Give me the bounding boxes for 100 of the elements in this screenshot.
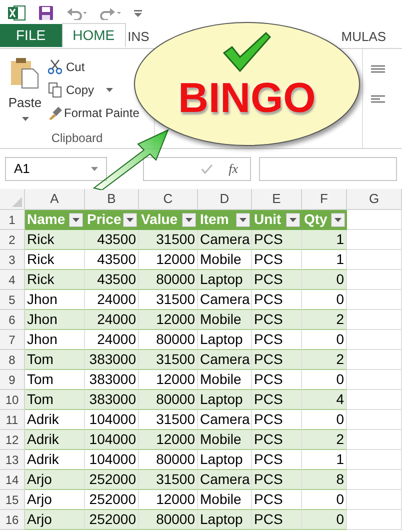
excel-logo-icon[interactable] (8, 4, 26, 20)
table-cell-text: PCS (254, 490, 283, 509)
filter-dropdown-icon[interactable] (123, 212, 137, 226)
table-cell-text: Tom (27, 390, 54, 409)
row-header[interactable]: 15 (0, 490, 25, 510)
copy-button[interactable]: Copy (48, 80, 114, 100)
row-header[interactable]: 8 (0, 350, 25, 370)
table-cell-text: Mobile (200, 490, 242, 509)
table-header-cell-text: Value (141, 210, 178, 229)
table-cell-text: Adrik (27, 450, 59, 469)
row-header[interactable]: 7 (0, 330, 25, 350)
table-cell-text: PCS (254, 470, 283, 489)
formula-field[interactable] (259, 157, 397, 181)
row-header[interactable]: 13 (0, 450, 25, 470)
table-cell-text: Mobile (200, 370, 242, 389)
table-cell-text: 43500 (97, 230, 136, 249)
filter-dropdown-icon[interactable] (69, 212, 83, 226)
table-header-cell-text: Name (27, 210, 66, 229)
column-header[interactable]: C (139, 189, 198, 209)
redo-icon[interactable] (100, 6, 122, 20)
table-cell-text: Laptop (200, 270, 243, 289)
table-cell-text: 0 (336, 290, 344, 309)
column-header[interactable]: G (347, 189, 402, 209)
row-header[interactable]: 5 (0, 290, 25, 310)
ribbon-tab[interactable]: MULAS (339, 26, 388, 47)
table-cell-text: 104000 (89, 450, 136, 469)
dropdown-caret-icon (106, 88, 114, 92)
ribbon-tab[interactable]: INS (126, 26, 152, 47)
table-cell-text: Jhon (27, 310, 58, 329)
column-header[interactable]: E (252, 189, 302, 209)
insert-function-button[interactable]: fx (228, 159, 238, 179)
ribbon-tab[interactable]: HOME (62, 23, 126, 47)
table-cell-text: PCS (254, 330, 283, 349)
dropdown-caret-icon (22, 116, 28, 120)
table-cell-text: Camera (200, 410, 250, 429)
name-box[interactable]: A1 (5, 157, 107, 181)
align-left-icon[interactable] (371, 95, 385, 103)
table-cell-text: Mobile (200, 430, 242, 449)
table-cell-text: Rick (27, 230, 54, 249)
table-cell-text: 12000 (156, 250, 195, 269)
row-header[interactable]: 10 (0, 390, 25, 410)
row-header[interactable]: 9 (0, 370, 25, 390)
table-cell-text: 2 (336, 310, 344, 329)
table-cell-text: 104000 (89, 430, 136, 449)
table-cell-text: PCS (254, 270, 283, 289)
row-header[interactable]: 4 (0, 270, 25, 290)
table-cell-text: PCS (254, 290, 283, 309)
row-header[interactable]: 3 (0, 250, 25, 270)
save-icon[interactable] (38, 4, 54, 20)
table-cell-text: 43500 (97, 270, 136, 289)
table-cell-text: 12000 (156, 370, 195, 389)
customize-toolbar-icon[interactable] (134, 8, 142, 18)
undo-icon[interactable] (66, 6, 88, 20)
table-cell-text: 1 (336, 450, 344, 469)
table-cell-text: PCS (254, 450, 283, 469)
table-cell-text: 252000 (89, 470, 136, 489)
table-cell-text: Arjo (27, 490, 52, 509)
paste-button[interactable]: Paste (0, 57, 50, 128)
table-cell-text: 0 (336, 330, 344, 349)
row-header[interactable]: 11 (0, 410, 25, 430)
file-tab[interactable]: FILE (0, 24, 62, 47)
table-cell-text: Camera (200, 350, 250, 369)
row-header[interactable]: 16 (0, 510, 25, 530)
table-cell-text: 252000 (89, 490, 136, 509)
row-header[interactable]: 12 (0, 430, 25, 450)
format-painter-button[interactable]: Format Painte (48, 103, 140, 123)
filter-dropdown-icon[interactable] (182, 212, 196, 226)
check-icon[interactable] (200, 164, 213, 174)
filter-dropdown-icon[interactable] (236, 212, 250, 226)
column-header[interactable]: A (25, 189, 85, 209)
table-cell-text: 0 (336, 370, 344, 389)
column-header[interactable]: F (302, 189, 347, 209)
table-cell-text: 31500 (156, 350, 195, 369)
table-cell-text: 2 (336, 430, 344, 449)
row-header[interactable]: 2 (0, 230, 25, 250)
cut-button[interactable]: Cut (48, 57, 85, 77)
dropdown-caret-icon (91, 167, 98, 171)
row-header[interactable]: 14 (0, 470, 25, 490)
table-cell-text: PCS (254, 350, 283, 369)
table-cell-text: PCS (254, 250, 283, 269)
row-header[interactable]: 6 (0, 310, 25, 330)
table-cell-text: Camera (200, 230, 250, 249)
table-cell-text: 31500 (156, 470, 195, 489)
table-cell-text: PCS (254, 230, 283, 249)
table-cell-text: Jhon (27, 330, 58, 349)
table-cell-text: Tom (27, 350, 54, 369)
column-header[interactable]: D (198, 189, 252, 209)
paintbrush-icon (48, 106, 62, 120)
filter-dropdown-icon[interactable] (331, 212, 345, 226)
table-cell-text: 12000 (156, 310, 195, 329)
row-header[interactable]: 1 (0, 210, 25, 230)
table-cell-text: 8 (336, 470, 344, 489)
table-cell-text: 0 (336, 410, 344, 429)
filter-dropdown-icon[interactable] (286, 212, 300, 226)
table-header-cell-text: Price (87, 210, 122, 229)
table-cell-text: 12000 (156, 490, 195, 509)
table-cell-text: 80000 (156, 330, 195, 349)
table-cell-text: 24000 (97, 290, 136, 309)
table-header-cell-text: Qty (304, 210, 328, 229)
table-cell-text: Camera (200, 290, 250, 309)
